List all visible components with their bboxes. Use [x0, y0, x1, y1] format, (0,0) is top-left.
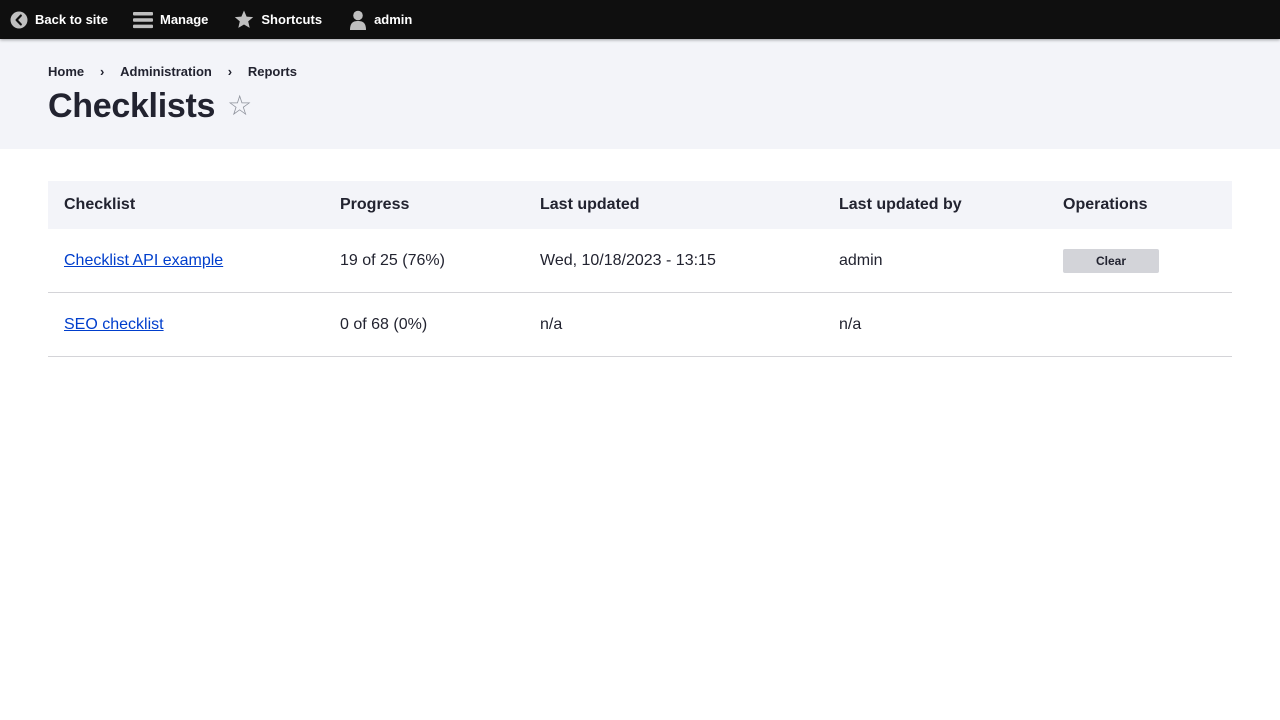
breadcrumb: Home › Administration › Reports [48, 64, 297, 79]
table-row: SEO checklist 0 of 68 (0%) n/a n/a [48, 292, 1232, 357]
breadcrumb-separator: › [227, 64, 233, 79]
header-operations: Operations [1047, 181, 1232, 229]
user-menu-button[interactable]: admin [349, 0, 412, 39]
checklists-table-container: Checklist Progress Last updated Last upd… [48, 181, 1232, 357]
page-title: Checklists [48, 87, 216, 125]
header-checklist: Checklist [48, 181, 324, 229]
back-to-site-label: Back to site [35, 12, 108, 27]
page-header: Home › Administration › Reports Checklis… [0, 39, 1280, 149]
cell-progress: 19 of 25 (76%) [324, 229, 524, 293]
header-progress: Progress [324, 181, 524, 229]
hamburger-menu-icon [132, 11, 153, 29]
shortcuts-label: Shortcuts [261, 12, 323, 27]
breadcrumb-home[interactable]: Home [48, 64, 84, 79]
breadcrumb-separator: › [99, 64, 105, 79]
cell-checklist: SEO checklist [48, 292, 324, 357]
cell-last-updated: Wed, 10/18/2023 - 13:15 [524, 229, 823, 293]
cell-operations: Clear [1047, 229, 1232, 293]
manage-label: Manage [159, 12, 209, 27]
cell-last-updated-by: admin [823, 229, 1047, 293]
cell-checklist: Checklist API example [48, 229, 324, 293]
page-title-row: Checklists ☆ [48, 86, 252, 126]
clear-button[interactable]: Clear [1063, 248, 1159, 273]
table-row: Checklist API example 19 of 25 (76%) Wed… [48, 229, 1232, 293]
cell-operations [1047, 292, 1232, 357]
breadcrumb-administration[interactable]: Administration [120, 64, 212, 79]
cell-progress: 0 of 68 (0%) [324, 292, 524, 357]
manage-menu-button[interactable]: Manage [132, 0, 209, 39]
header-last-updated: Last updated [524, 181, 823, 229]
checklists-table: Checklist Progress Last updated Last upd… [48, 181, 1232, 357]
cell-last-updated: n/a [524, 292, 823, 357]
checklist-link[interactable]: SEO checklist [64, 316, 164, 333]
star-icon [234, 10, 254, 29]
admin-toolbar: Back to site Manage Shortcuts admin [0, 0, 1280, 39]
chevron-left-circle-icon [10, 11, 28, 29]
breadcrumb-reports[interactable]: Reports [248, 64, 297, 79]
back-to-site-link[interactable]: Back to site [10, 0, 108, 39]
checklist-link[interactable]: Checklist API example [64, 252, 223, 269]
user-label: admin [374, 12, 413, 27]
table-header-row: Checklist Progress Last updated Last upd… [48, 181, 1232, 229]
cell-last-updated-by: n/a [823, 292, 1047, 357]
shortcut-star-icon[interactable]: ☆ [227, 86, 252, 126]
user-icon [349, 10, 367, 30]
shortcuts-menu-button[interactable]: Shortcuts [234, 0, 322, 39]
header-last-updated-by: Last updated by [823, 181, 1047, 229]
